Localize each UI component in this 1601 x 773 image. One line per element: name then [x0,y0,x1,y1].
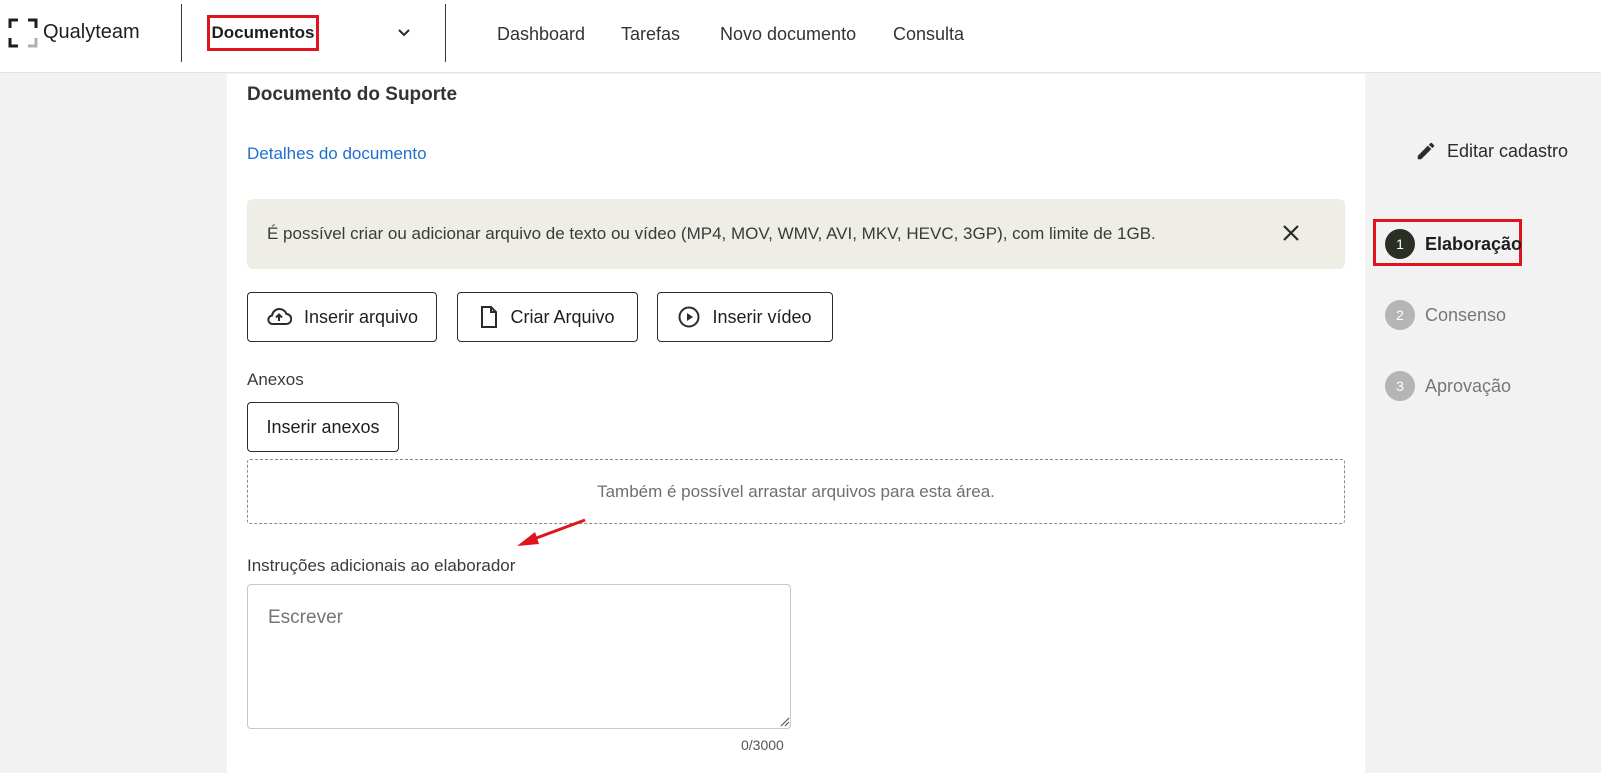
qualyteam-logo-icon [8,18,38,48]
attachments-label: Anexos [247,370,304,389]
step-elaboracao[interactable]: 1 Elaboração [1385,229,1522,259]
create-file-label: Criar Arquivo [510,306,615,327]
instructions-label: Instruções adicionais ao elaborador [247,556,516,575]
annotation-arrow-icon [517,518,586,546]
resize-grip-icon[interactable] [779,716,790,727]
insert-file-button[interactable]: Inserir arquivo [247,292,437,342]
chevron-down-icon[interactable] [396,25,412,41]
top-navigation-bar: Qualyteam Documentos Dashboard Tarefas N… [0,0,1601,73]
pencil-icon [1417,142,1435,160]
module-selector[interactable]: Documentos [207,15,319,51]
nav-tarefas[interactable]: Tarefas [621,24,680,45]
alert-text: É possível criar ou adicionar arquivo de… [267,224,1156,243]
insert-file-label: Inserir arquivo [303,306,419,327]
instructions-textarea[interactable] [247,584,791,729]
step-consenso[interactable]: 2 Consenso [1385,300,1506,330]
step-number: 1 [1385,229,1415,259]
insert-video-button[interactable]: Inserir vídeo [657,292,833,342]
attachments-dropzone[interactable]: Também é possível arrastar arquivos para… [247,459,1345,524]
step-number: 2 [1385,300,1415,330]
page-title: Documento do Suporte [247,84,458,105]
step-number: 3 [1385,371,1415,401]
file-icon [481,306,498,328]
create-file-button[interactable]: Criar Arquivo [457,292,638,342]
left-gutter [0,74,227,773]
insert-attachments-label: Inserir anexos [266,416,380,437]
edit-registration-button[interactable]: Editar cadastro [1415,140,1568,162]
info-alert: É possível criar ou adicionar arquivo de… [247,199,1345,269]
header-divider [445,4,446,62]
steps-panel [1365,200,1601,773]
document-details-link[interactable]: Detalhes do documento [247,144,427,164]
cloud-upload-icon [267,308,292,325]
close-icon[interactable] [1281,223,1301,243]
nav-novo-documento[interactable]: Novo documento [720,24,856,45]
character-counter: 0/3000 [741,737,784,753]
step-label: Elaboração [1425,233,1523,254]
step-label: Consenso [1425,304,1507,325]
insert-attachments-button[interactable]: Inserir anexos [247,402,399,452]
insert-video-label: Inserir vídeo [712,306,812,327]
nav-dashboard[interactable]: Dashboard [497,24,585,45]
dropzone-hint: Também é possível arrastar arquivos para… [597,481,995,501]
step-aprovacao[interactable]: 3 Aprovação [1385,371,1511,401]
play-circle-icon [678,306,700,328]
edit-registration-label: Editar cadastro [1447,140,1569,161]
app-logo-text: Qualyteam [43,21,140,43]
header-divider [181,4,182,62]
nav-consulta[interactable]: Consulta [893,24,964,45]
step-label: Aprovação [1425,375,1512,396]
